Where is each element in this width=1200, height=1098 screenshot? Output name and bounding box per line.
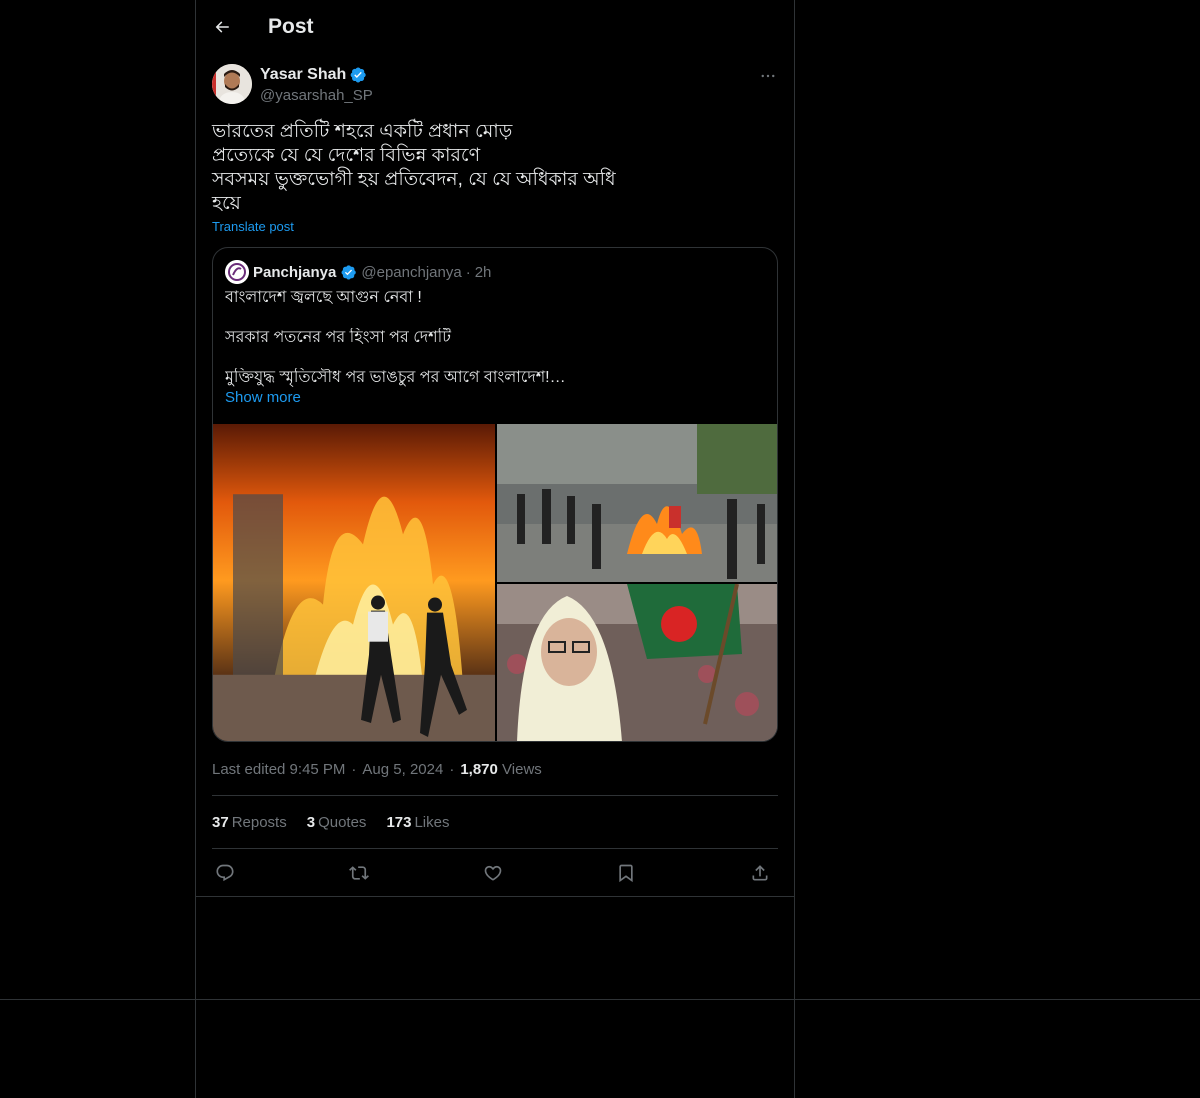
post-actions bbox=[214, 862, 780, 884]
quoted-text-line: বাংলাদেশ জ্বলছে আগুন নেবা ! bbox=[225, 289, 422, 306]
post-metadata: Last edited 9:45 PM · Aug 5, 2024 · 1,87… bbox=[212, 761, 542, 778]
media-image-street-clash[interactable] bbox=[497, 424, 777, 582]
reposts-count: 37 bbox=[212, 814, 229, 831]
verified-badge-icon bbox=[350, 67, 366, 83]
quotes-label: Quotes bbox=[318, 814, 367, 831]
bookmark-icon bbox=[619, 864, 633, 883]
quoted-author-avatar[interactable] bbox=[225, 260, 249, 284]
like-button[interactable] bbox=[482, 862, 504, 884]
edited-time[interactable]: Last edited 9:45 PM bbox=[212, 761, 345, 778]
share-icon bbox=[752, 865, 768, 881]
right-column-border bbox=[794, 0, 795, 1098]
views[interactable]: 1,870 Views bbox=[460, 761, 541, 778]
reply-button[interactable] bbox=[214, 862, 236, 884]
divider bbox=[212, 848, 778, 849]
post-date[interactable]: Aug 5, 2024 bbox=[362, 761, 443, 778]
share-button[interactable] bbox=[749, 862, 771, 884]
back-button[interactable] bbox=[212, 17, 232, 37]
quoted-author-name[interactable]: Panchjanya bbox=[253, 264, 336, 281]
separator-dot: · bbox=[465, 263, 471, 281]
likes-stat[interactable]: 173 Likes bbox=[386, 814, 449, 831]
media-grid bbox=[213, 424, 777, 741]
quoted-post-header: Panchjanya @epanchjanya · 2h bbox=[225, 260, 491, 284]
engagement-stats: 37 Reposts 3 Quotes 173 Likes bbox=[212, 814, 450, 831]
back-arrow-icon bbox=[215, 21, 229, 33]
quoted-text-line: মুক্তিযুদ্ধ স্মৃতিসৌধ পর ভাঙচুর পর আগে ব… bbox=[225, 369, 566, 386]
separator-dot: · bbox=[449, 761, 455, 778]
quotes-stat[interactable]: 3 Quotes bbox=[307, 814, 367, 831]
media-image-portrait-flag[interactable] bbox=[497, 584, 777, 741]
author-avatar[interactable] bbox=[212, 64, 252, 104]
author-handle[interactable]: @yasarshah_SP bbox=[260, 87, 373, 104]
views-count: 1,870 bbox=[460, 761, 498, 778]
repost-button[interactable] bbox=[348, 862, 370, 884]
divider bbox=[212, 795, 778, 796]
left-column-border bbox=[195, 0, 196, 1098]
quotes-count: 3 bbox=[306, 814, 316, 831]
views-label: Views bbox=[502, 761, 542, 778]
reposts-stat[interactable]: 37 Reposts bbox=[212, 814, 287, 831]
media-image-fire-building[interactable] bbox=[213, 424, 495, 741]
likes-count: 173 bbox=[386, 814, 412, 831]
more-options-button[interactable] bbox=[758, 66, 778, 86]
divider bbox=[196, 896, 794, 897]
quoted-author-handle[interactable]: @epanchjanya bbox=[361, 264, 461, 281]
quoted-post-time[interactable]: 2h bbox=[475, 264, 492, 281]
bookmark-button[interactable] bbox=[615, 862, 637, 884]
verified-badge-icon bbox=[341, 264, 357, 280]
likes-label: Likes bbox=[414, 814, 450, 831]
author-name[interactable]: Yasar Shah bbox=[260, 66, 367, 84]
reply-icon bbox=[216, 864, 234, 882]
separator-dot: · bbox=[351, 761, 357, 778]
quoted-post[interactable]: Panchjanya @epanchjanya · 2h বাংলাদেশ জ্… bbox=[212, 247, 778, 742]
post-author: Yasar Shah @yasarshah_SP bbox=[212, 64, 778, 108]
post-detail-column: Post Yasar Shah @yasarshah_SP ভারতের প্র… bbox=[196, 0, 794, 897]
top-bar: Post bbox=[196, 0, 794, 54]
bottom-divider bbox=[0, 999, 1200, 1000]
page-title: Post bbox=[268, 15, 314, 38]
repost-icon bbox=[349, 866, 369, 880]
reposts-label: Reposts bbox=[231, 814, 287, 831]
like-icon bbox=[484, 865, 502, 881]
translate-post-link[interactable]: Translate post bbox=[212, 219, 294, 234]
quoted-post-text: বাংলাদেশ জ্বলছে আগুন নেবা ! সরকার পতনের … bbox=[225, 288, 765, 408]
post-text: ভারতের প্রতিটি শহরে একটি প্রধান মোড় প্র… bbox=[212, 121, 616, 214]
show-more-link[interactable]: Show more bbox=[225, 389, 301, 406]
more-options-icon bbox=[761, 74, 775, 78]
quoted-text-line: সরকার পতনের পর হিংসা পর দেশটি bbox=[225, 329, 451, 346]
